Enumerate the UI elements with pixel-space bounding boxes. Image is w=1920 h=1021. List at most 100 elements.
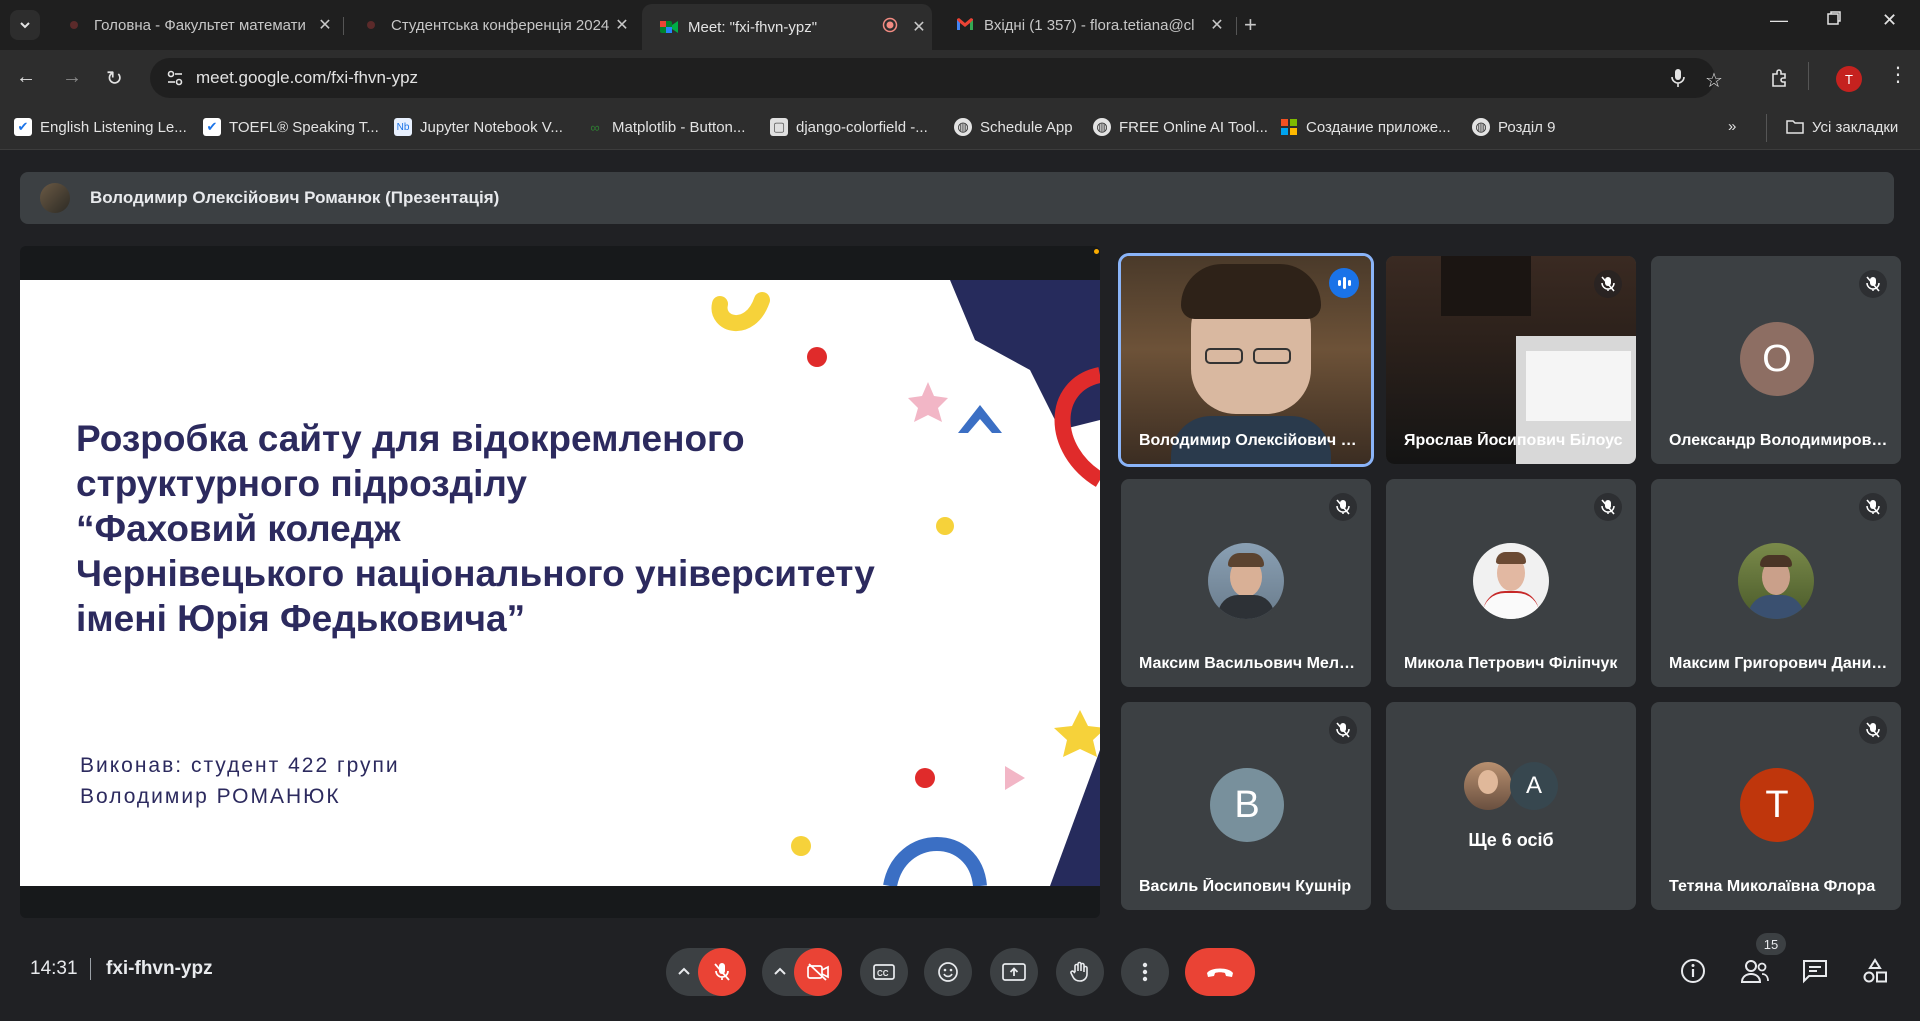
presentation-stage[interactable]: Розробка сайту для відокремленого структ… xyxy=(20,246,1100,918)
participant-tile[interactable]: Ярослав Йосипович Білоус xyxy=(1386,256,1636,464)
chat-icon[interactable] xyxy=(1802,958,1828,989)
bookmark-star-icon[interactable]: ☆ xyxy=(1705,68,1723,93)
participant-name: Володимир Олексійович Романюк xyxy=(1139,432,1359,449)
checkbox-icon: ✔ xyxy=(203,118,221,136)
cursor-dot xyxy=(1094,249,1099,254)
participant-name: Ярослав Йосипович Білоус xyxy=(1404,432,1623,449)
close-tab-icon[interactable]: ✕ xyxy=(609,15,635,35)
participant-count-badge: 15 xyxy=(1756,933,1786,955)
tab-gmail[interactable]: Вхідні (1 357) - flora.tetiana@cl ✕ xyxy=(938,8,1230,42)
recording-dot-icon xyxy=(363,17,379,33)
close-tab-icon[interactable]: ✕ xyxy=(906,17,932,37)
folder-icon xyxy=(1786,118,1804,136)
back-icon[interactable]: ← xyxy=(16,66,36,89)
participant-tile[interactable]: Максим Васильович Мельник xyxy=(1121,479,1371,687)
tab-title: Головна - Факультет математи xyxy=(94,16,306,34)
leave-call-button[interactable] xyxy=(1185,948,1255,996)
bookmark-ai-tools[interactable]: ◍ FREE Online AI Tool... xyxy=(1093,118,1268,136)
raise-hand-button[interactable] xyxy=(1056,948,1104,996)
notebook-icon: Nb xyxy=(394,118,412,136)
more-options-button[interactable] xyxy=(1121,948,1169,996)
presentation-slide: Розробка сайту для відокремленого структ… xyxy=(20,280,1100,886)
forward-icon[interactable]: → xyxy=(62,66,82,89)
activities-icon[interactable] xyxy=(1862,958,1888,989)
mic-toggle-button[interactable] xyxy=(698,948,746,996)
participant-tile[interactable]: Володимир Олексійович Романюк xyxy=(1121,256,1371,464)
hang-up-icon xyxy=(1207,968,1233,977)
muted-mic-icon xyxy=(1859,270,1887,298)
people-icon[interactable] xyxy=(1740,958,1770,989)
minimize-icon[interactable]: — xyxy=(1770,10,1788,31)
tab-faculty[interactable]: Головна - Факультет математи ✕ xyxy=(48,8,338,42)
mic-icon[interactable] xyxy=(1670,68,1686,93)
participant-name: Василь Йосипович Кушнір xyxy=(1139,878,1352,895)
bookmark-section9[interactable]: ◍ Розділ 9 xyxy=(1472,118,1555,136)
profile-avatar[interactable]: T xyxy=(1836,66,1862,92)
chevron-down-icon xyxy=(20,22,30,29)
participant-tile[interactable]: В Василь Йосипович Кушнір xyxy=(1121,702,1371,910)
globe-icon: ◍ xyxy=(1093,118,1111,136)
url-text[interactable]: meet.google.com/fxi-fhvn-ypz xyxy=(196,68,418,88)
participant-name: Олександр Володимирович xyxy=(1669,432,1889,449)
meet-control-bar: 14:31 fxi-fhvn-ypz CC 15 xyxy=(0,930,1920,1021)
participant-avatar xyxy=(1464,762,1512,810)
mic-off-icon xyxy=(714,963,730,981)
address-bar-row: ← → ↻ meet.google.com/fxi-fhvn-ypz ☆ xyxy=(0,50,1920,108)
bookmark-english[interactable]: ✔ English Listening Le... xyxy=(14,118,187,136)
presentation-title: Володимир Олексійович Романюк (Презентац… xyxy=(90,188,500,207)
extensions-icon[interactable] xyxy=(1770,68,1790,93)
reload-icon[interactable]: ↻ xyxy=(106,66,123,91)
matplotlib-icon: ∞ xyxy=(590,119,600,135)
meet-window: Володимир Олексійович Романюк (Презентац… xyxy=(0,150,1920,1021)
participant-name: Максим Григорович Данилюк xyxy=(1669,655,1889,672)
participant-tile[interactable]: Т Тетяна Миколаївна Флора xyxy=(1651,702,1901,910)
all-bookmarks[interactable]: Усі закладки xyxy=(1786,118,1898,136)
more-participants-label: Ще 6 осіб xyxy=(1468,830,1554,850)
more-participants-tile[interactable]: А Ще 6 осіб xyxy=(1386,702,1636,910)
bookmark-microsoft[interactable]: Создание приложе... xyxy=(1280,118,1451,136)
bookmark-matplotlib[interactable]: ∞ Matplotlib - Button... xyxy=(586,118,745,136)
reactions-button[interactable] xyxy=(924,948,972,996)
slide-author: Виконав: студент 422 групи Володимир РОМ… xyxy=(80,754,400,808)
camera-off-icon xyxy=(807,963,829,981)
participant-tile[interactable]: Микола Петрович Філіпчук xyxy=(1386,479,1636,687)
tab-meet[interactable]: Meet: "fxi-fhvn-ypz" ✕ xyxy=(642,4,932,50)
participant-tile[interactable]: Максим Григорович Данилюк xyxy=(1651,479,1901,687)
camera-toggle-button[interactable] xyxy=(794,948,842,996)
slide-title: Розробка сайту для відокремленого структ… xyxy=(76,418,875,639)
captions-button[interactable]: CC xyxy=(860,948,908,996)
tab-conference[interactable]: Студентська конференція 2024 ✕ xyxy=(345,8,635,42)
bookmark-jupyter[interactable]: Nb Jupyter Notebook V... xyxy=(394,118,563,136)
camera-options-chevron-icon[interactable] xyxy=(774,963,786,981)
restore-icon[interactable] xyxy=(1826,10,1842,31)
speaking-indicator-icon xyxy=(1329,268,1359,298)
hand-icon xyxy=(1070,961,1088,982)
present-button[interactable] xyxy=(990,948,1038,996)
more-bookmarks-icon[interactable]: » xyxy=(1728,118,1736,135)
new-tab-button[interactable]: + xyxy=(1244,12,1257,38)
recording-indicator-icon xyxy=(882,17,898,37)
muted-mic-icon xyxy=(1594,493,1622,521)
omnibox[interactable]: meet.google.com/fxi-fhvn-ypz ☆ xyxy=(150,58,1723,98)
tab-title: Студентська конференція 2024 xyxy=(391,16,609,34)
gmail-icon xyxy=(956,17,973,33)
bookmark-schedule[interactable]: ◍ Schedule App xyxy=(954,118,1073,136)
bookmark-django[interactable]: ▢ django-colorfield -... xyxy=(770,118,928,136)
participant-avatar: В xyxy=(1210,768,1284,842)
meeting-details-icon[interactable] xyxy=(1680,958,1706,989)
presentation-banner: Володимир Олексійович Романюк (Презентац… xyxy=(20,172,1894,224)
close-tab-icon[interactable]: ✕ xyxy=(312,15,338,35)
participant-avatar: О xyxy=(1740,322,1814,396)
site-settings-icon[interactable] xyxy=(160,63,190,93)
checkbox-icon: ✔ xyxy=(14,118,32,136)
browser-menu-icon[interactable]: ⋮ xyxy=(1888,62,1908,87)
close-tab-icon[interactable]: ✕ xyxy=(1204,15,1230,35)
mic-options-chevron-icon[interactable] xyxy=(678,963,690,981)
tab-search-button[interactable] xyxy=(10,10,40,40)
closed-captions-icon: CC xyxy=(873,964,895,980)
muted-mic-icon xyxy=(1329,493,1357,521)
bookmark-toefl[interactable]: ✔ TOEFL® Speaking T... xyxy=(203,118,379,136)
participant-avatar xyxy=(1738,543,1814,619)
participant-tile[interactable]: О Олександр Володимирович xyxy=(1651,256,1901,464)
close-window-icon[interactable]: ✕ xyxy=(1882,10,1897,31)
